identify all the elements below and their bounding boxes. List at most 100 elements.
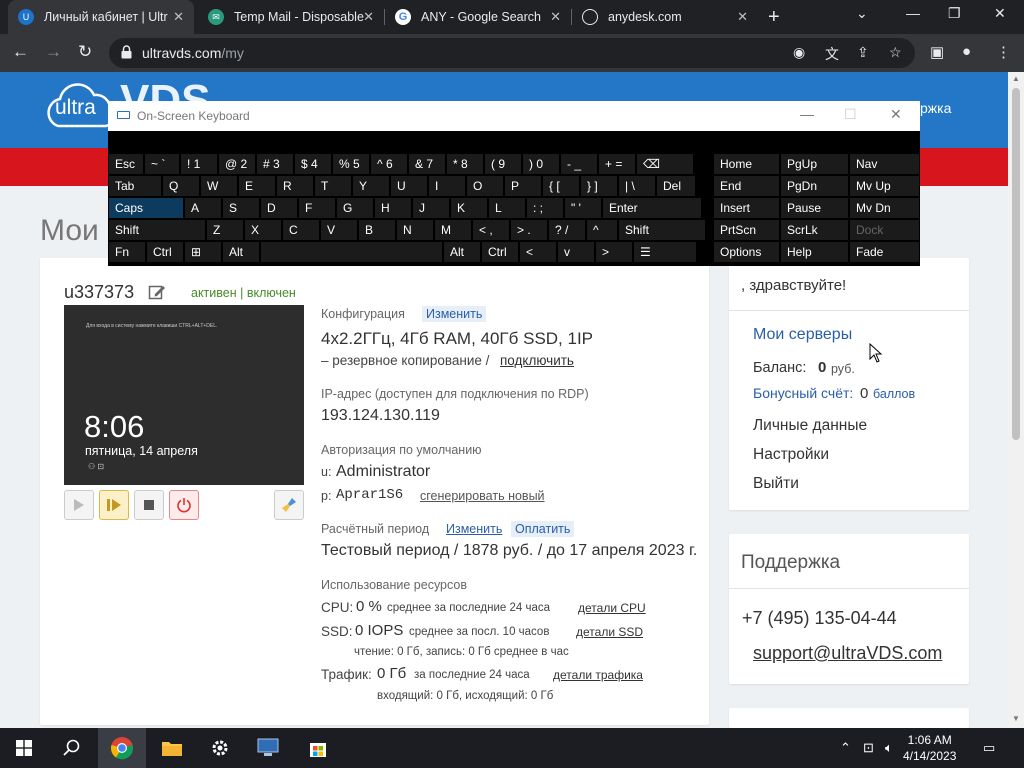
osk-key[interactable]: - _ (561, 154, 597, 174)
close-icon[interactable]: ✕ (363, 9, 374, 25)
tray-chevron-icon[interactable]: ⌃ (840, 740, 851, 756)
remote-desktop-icon[interactable] (244, 728, 292, 768)
osk-key[interactable]: Ctrl (147, 242, 183, 262)
osk-key[interactable]: P (505, 176, 541, 196)
osk-key[interactable]: ^ 6 (371, 154, 407, 174)
osk-key[interactable]: ~ ` (145, 154, 179, 174)
osk-key[interactable]: C (283, 220, 319, 240)
regenerate-password-link[interactable]: сгенерировать новый (420, 489, 545, 503)
minimize-icon[interactable]: — (906, 5, 920, 21)
osk-key[interactable]: Del (657, 176, 695, 196)
osk-key[interactable]: J (413, 198, 449, 218)
server-screen-preview[interactable]: Для входа в систему нажмите клавиши CTRL… (64, 305, 304, 485)
backup-connect-link[interactable]: подключить (500, 353, 574, 368)
settings-link[interactable]: Настройки (753, 446, 829, 464)
translate-icon[interactable]: 文 (825, 44, 839, 64)
osk-key[interactable]: Options (714, 242, 779, 262)
file-explorer-icon[interactable] (148, 728, 196, 768)
osk-key[interactable]: R (277, 176, 313, 196)
personal-data-link[interactable]: Личные данные (753, 417, 867, 435)
taskbar-clock[interactable]: 1:06 AM 4/14/2023 (903, 732, 956, 764)
osk-key[interactable]: Mv Dn (850, 198, 919, 218)
osk-key[interactable]: W (201, 176, 237, 196)
store-icon[interactable] (294, 728, 342, 768)
support-email-link[interactable]: support@ultraVDS.com (753, 643, 942, 664)
osk-key[interactable]: H (375, 198, 411, 218)
osk-key[interactable]: : ; (527, 198, 563, 218)
osk-key[interactable]: ) 0 (523, 154, 559, 174)
osk-key[interactable]: End (714, 176, 779, 196)
support-header-link[interactable]: ржка (920, 100, 951, 116)
osk-key[interactable]: Alt (223, 242, 259, 262)
osk-key[interactable]: Tab (109, 176, 161, 196)
osk-key[interactable]: Shift (619, 220, 705, 240)
osk-key[interactable]: + = (599, 154, 635, 174)
osk-key[interactable]: ! 1 (181, 154, 217, 174)
osk-key[interactable]: B (359, 220, 395, 240)
google-lens-icon[interactable]: ◉ (793, 44, 805, 61)
new-tab-icon[interactable]: + (768, 6, 780, 29)
osk-key[interactable]: ? / (549, 220, 585, 240)
osk-key[interactable]: & 7 (409, 154, 445, 174)
settings-gear-icon[interactable] (196, 728, 244, 768)
osk-key[interactable]: $ 4 (295, 154, 331, 174)
search-icon[interactable] (48, 728, 96, 768)
tab-google-search[interactable]: G ANY - Google Search ✕ (385, 0, 571, 34)
notification-icon[interactable]: ▭ (983, 740, 995, 756)
close-icon[interactable]: ✕ (173, 9, 184, 25)
osk-key[interactable]: S (223, 198, 259, 218)
config-change-link[interactable]: Изменить (422, 306, 487, 322)
osk-key[interactable] (261, 242, 442, 262)
osk-key[interactable]: X (245, 220, 281, 240)
osk-key[interactable]: " ' (565, 198, 601, 218)
osk-key[interactable]: ScrLk (781, 220, 848, 240)
osk-key[interactable]: U (391, 176, 427, 196)
osk-key[interactable]: { [ (543, 176, 579, 196)
back-icon[interactable]: ← (12, 42, 29, 62)
osk-key[interactable]: Enter (603, 198, 701, 218)
billing-pay-link[interactable]: Оплатить (511, 521, 575, 537)
osk-key[interactable]: Esc (109, 154, 143, 174)
address-bar[interactable]: ultravds.com/my ◉ 文 ⇪ ☆ (109, 38, 915, 68)
osk-key[interactable]: ☰ (634, 242, 696, 262)
osk-key[interactable]: Nav (850, 154, 919, 174)
tab-tempmail[interactable]: ✉ Temp Mail - Disposable ✕ (198, 0, 384, 34)
billing-change-link[interactable]: Изменить (446, 522, 502, 536)
bonus-label[interactable]: Бонусный счёт: (753, 385, 853, 401)
osk-key[interactable]: ⌫ (637, 154, 693, 174)
osk-key[interactable]: Ctrl (482, 242, 518, 262)
scroll-down-icon[interactable]: ▼ (1012, 714, 1020, 723)
share-icon[interactable]: ⇪ (857, 44, 869, 61)
osk-key[interactable]: I (429, 176, 465, 196)
sidepanel-icon[interactable]: ▣ (930, 43, 944, 61)
osk-key[interactable]: N (397, 220, 433, 240)
osk-key[interactable]: < (520, 242, 556, 262)
reboot-button[interactable] (99, 490, 129, 520)
start-button[interactable] (64, 490, 94, 520)
osk-key[interactable]: Fn (109, 242, 145, 262)
osk-key[interactable]: # 3 (257, 154, 293, 174)
osk-key[interactable]: Insert (714, 198, 779, 218)
scroll-up-icon[interactable]: ▲ (1012, 74, 1020, 83)
osk-key[interactable]: Z (207, 220, 243, 240)
osk-key[interactable]: Shift (109, 220, 205, 240)
reinstall-button[interactable] (274, 490, 304, 520)
osk-key[interactable]: } ] (581, 176, 617, 196)
osk-key[interactable]: O (467, 176, 503, 196)
power-button[interactable] (169, 490, 199, 520)
osk-key[interactable]: @ 2 (219, 154, 255, 174)
osk-key[interactable]: Dock (850, 220, 919, 240)
osk-key[interactable]: Q (163, 176, 199, 196)
traffic-details-link[interactable]: детали трафика (553, 668, 643, 682)
edit-icon[interactable] (148, 283, 166, 301)
osk-key[interactable]: v (558, 242, 594, 262)
logout-link[interactable]: Выйти (753, 475, 799, 493)
osk-key[interactable]: ⊞ (185, 242, 221, 262)
forward-icon[interactable]: → (45, 42, 62, 62)
osk-key[interactable]: Help (781, 242, 848, 262)
my-servers-link[interactable]: Мои серверы (753, 326, 852, 344)
close-icon[interactable]: ✕ (550, 9, 561, 25)
osk-key[interactable]: < , (473, 220, 509, 240)
bookmark-star-icon[interactable]: ☆ (889, 44, 902, 61)
osk-key[interactable]: > . (511, 220, 547, 240)
